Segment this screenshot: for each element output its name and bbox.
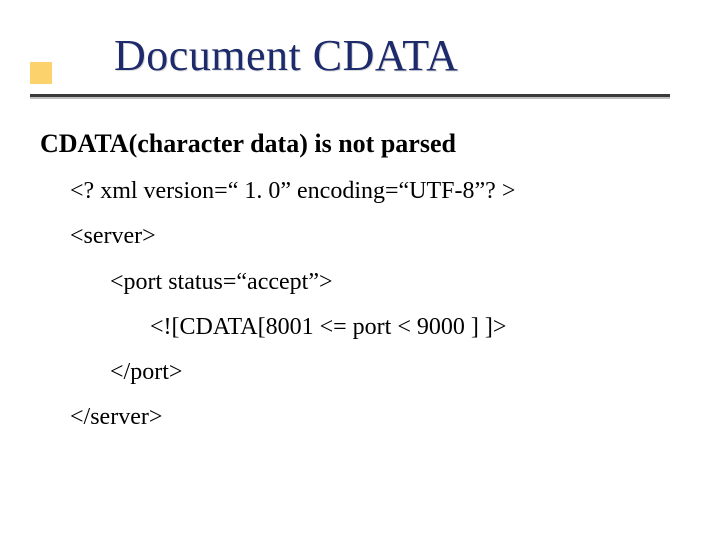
slide: Document CDATA CDATA(character data) is … <box>0 0 720 540</box>
code-line-port-open: <port status=“accept”> <box>40 270 680 295</box>
title-underline-light <box>30 97 670 99</box>
subtitle: CDATA(character data) is not parsed <box>40 130 680 157</box>
code-line-server-close: </server> <box>40 405 680 430</box>
code-line-port-close: </port> <box>40 360 680 385</box>
bullet-square-icon <box>30 62 52 84</box>
slide-body: CDATA(character data) is not parsed <? x… <box>40 130 680 450</box>
code-line-cdata: <![CDATA[8001 <= port < 9000 ] ]> <box>40 315 680 340</box>
slide-title: Document CDATA <box>114 30 458 81</box>
code-line-server-open: <server> <box>40 224 680 249</box>
code-line-xml-decl: <? xml version=“ 1. 0” encoding=“UTF-8”?… <box>40 179 680 204</box>
